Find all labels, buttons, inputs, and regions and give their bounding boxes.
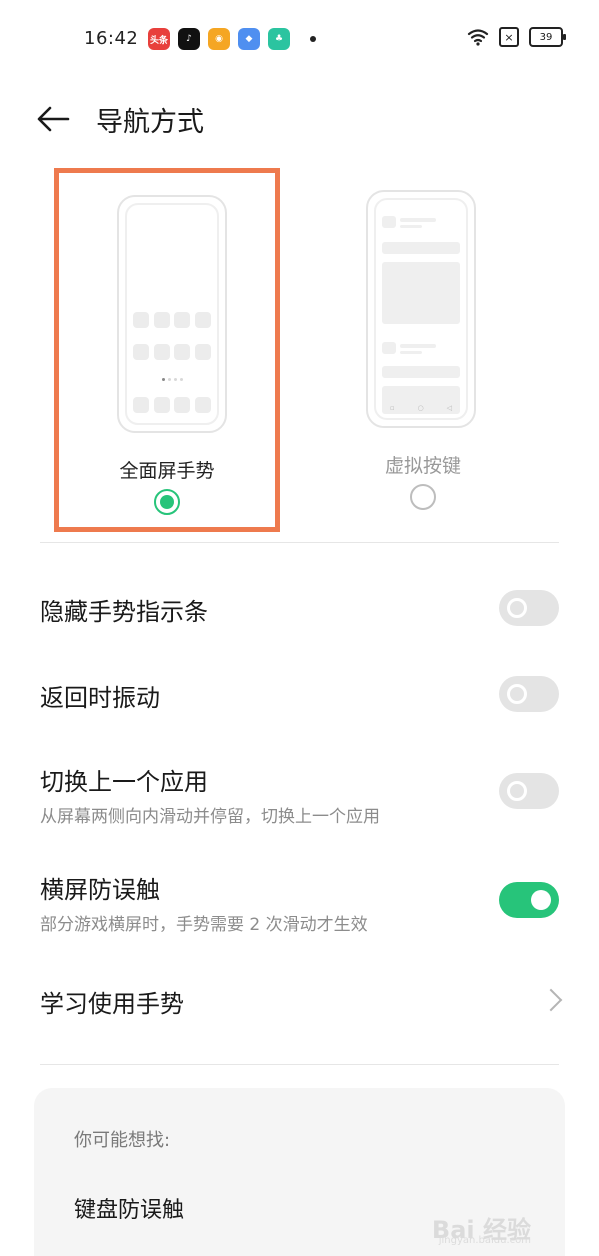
setting-label: 隐藏手势指示条 xyxy=(40,598,208,626)
landscape-anti-mistouch-toggle[interactable] xyxy=(499,882,559,918)
setting-description: 从屏幕两侧向内滑动并停留，切换上一个应用 xyxy=(40,807,380,827)
page-title: 导航方式 xyxy=(96,107,204,138)
suggestions-title: 你可能想找: xyxy=(74,1130,171,1151)
setting-label: 返回时振动 xyxy=(40,684,160,712)
battery-level: 39 xyxy=(539,31,553,43)
divider xyxy=(40,542,559,543)
vibrate-on-back-toggle[interactable] xyxy=(499,676,559,712)
setting-label: 切换上一个应用 xyxy=(40,768,208,796)
battery-icon: 39 xyxy=(529,27,566,47)
setting-vibrate-on-back[interactable]: 返回时振动 xyxy=(0,666,599,726)
gesture-phone-illustration xyxy=(117,195,227,433)
setting-learn-gestures[interactable]: 学习使用手势 xyxy=(0,970,599,1030)
toutiao-icon: 头条 xyxy=(148,28,170,50)
radio-gestures-selected[interactable] xyxy=(154,489,180,515)
radio-virtual-keys[interactable] xyxy=(410,484,436,510)
system-status: × 39 xyxy=(467,27,566,47)
mode-option-virtual-keys[interactable]: ▫ ○ ◁ 虚拟按键 xyxy=(310,168,536,532)
suggestions-card: 你可能想找: 键盘防误触 Bai 经验 jingyan.baidu.com xyxy=(34,1088,565,1256)
no-sim-icon: × xyxy=(499,27,519,47)
app-icon: ♣ xyxy=(268,28,290,50)
setting-label: 横屏防误触 xyxy=(40,876,160,904)
tiktok-icon: ♪ xyxy=(178,28,200,50)
setting-description: 部分游戏横屏时，手势需要 2 次滑动才生效 xyxy=(40,915,368,935)
status-time: 16:42 xyxy=(84,28,139,49)
weibo-icon: ◉ xyxy=(208,28,230,50)
virtual-keys-phone-illustration: ▫ ○ ◁ xyxy=(366,190,476,428)
more-notifications-dot xyxy=(310,36,316,42)
mode-label-virtual-keys: 虚拟按键 xyxy=(384,455,461,477)
setting-hide-gesture-bar[interactable]: 隐藏手势指示条 xyxy=(0,580,599,640)
notification-icons: 头条 ♪ ◉ ◆ ♣ xyxy=(148,28,316,50)
wifi-icon xyxy=(467,29,489,46)
setting-switch-previous-app[interactable]: 切换上一个应用 从屏幕两侧向内滑动并停留，切换上一个应用 xyxy=(0,754,599,834)
mode-option-gestures[interactable]: 全面屏手势 xyxy=(54,168,280,532)
chat-icon: ◆ xyxy=(238,28,260,50)
divider xyxy=(40,1064,559,1065)
switch-previous-app-toggle[interactable] xyxy=(499,773,559,809)
arrow-left-icon[interactable] xyxy=(36,104,70,134)
hide-gesture-bar-toggle[interactable] xyxy=(499,590,559,626)
chevron-right-icon xyxy=(539,988,563,1012)
suggestion-keyboard-anti-mistouch[interactable]: 键盘防误触 xyxy=(74,1192,184,1224)
watermark-url: jingyan.baidu.com xyxy=(438,1235,531,1246)
baidu-watermark: Bai 经验 jingyan.baidu.com xyxy=(421,1208,531,1246)
setting-landscape-anti-mistouch[interactable]: 横屏防误触 部分游戏横屏时，手势需要 2 次滑动才生效 xyxy=(0,862,599,942)
setting-label: 学习使用手势 xyxy=(40,990,184,1018)
status-bar: 16:42 头条 ♪ ◉ ◆ ♣ × 39 xyxy=(0,0,599,78)
mode-label-gestures: 全面屏手势 xyxy=(119,460,215,482)
